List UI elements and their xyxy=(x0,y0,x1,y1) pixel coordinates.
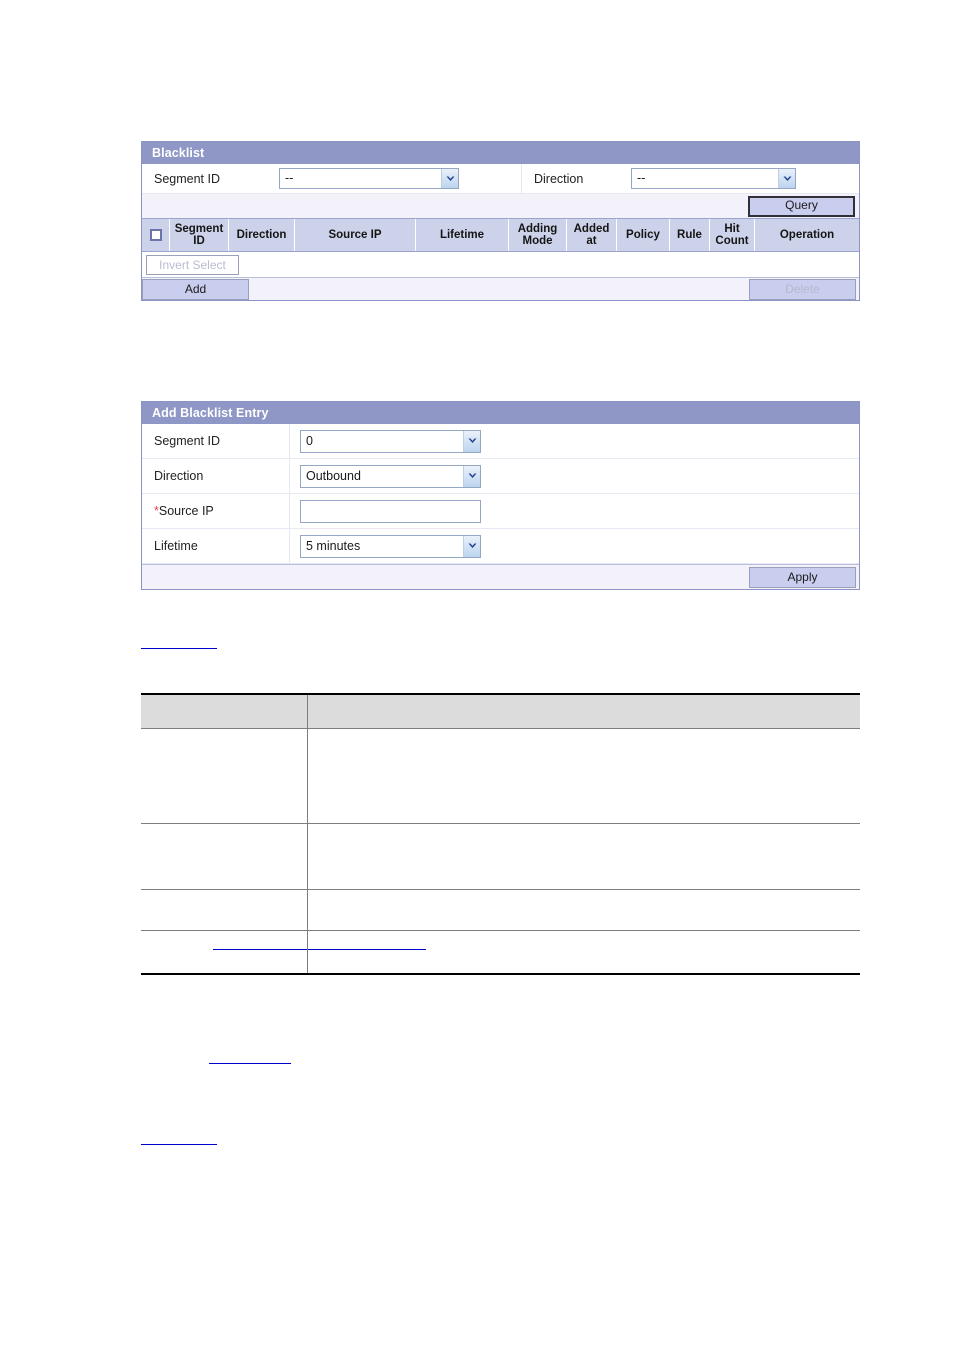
table-cell-description xyxy=(307,889,860,931)
table-cell-description xyxy=(307,823,860,890)
column-header-direction[interactable]: Direction xyxy=(229,219,295,251)
source-ip-input[interactable] xyxy=(300,499,481,523)
add-entry-direction-row: Direction Outbound xyxy=(142,459,859,494)
column-header-rule[interactable]: Rule xyxy=(670,219,710,251)
column-header-operation[interactable]: Operation xyxy=(755,219,859,251)
column-header-adding-mode[interactable]: Adding Mode xyxy=(509,219,567,251)
document-page: Blacklist Segment ID -- Direction -- Que… xyxy=(0,0,954,1350)
column-header-added-at[interactable]: Added at xyxy=(567,219,617,251)
query-button[interactable]: Query xyxy=(748,195,855,217)
select-all-header-cell xyxy=(142,219,170,251)
column-header-source-ip[interactable]: Source IP xyxy=(295,219,416,251)
add-entry-source-ip-field-cell xyxy=(289,494,859,528)
add-entry-footer-row: Apply xyxy=(142,564,859,589)
blacklist-footer-row: Add Delete xyxy=(142,277,859,300)
cross-reference-link-4[interactable] xyxy=(141,1144,217,1145)
table-cell-field xyxy=(141,823,308,890)
table-cell-description xyxy=(307,728,860,824)
add-entry-lifetime-value: 5 minutes xyxy=(306,538,361,553)
add-button[interactable]: Add xyxy=(142,278,249,300)
query-segment-id-label: Segment ID xyxy=(154,171,221,186)
add-entry-segment-id-value: 0 xyxy=(306,433,313,448)
table-cell-field xyxy=(141,889,308,931)
table-row xyxy=(141,823,860,890)
blacklist-toolbar-row: Invert Select xyxy=(142,252,859,277)
add-blacklist-entry-panel: Add Blacklist Entry Segment ID 0 Directi… xyxy=(141,401,860,590)
add-entry-direction-select[interactable]: Outbound xyxy=(300,464,481,488)
select-all-checkbox[interactable] xyxy=(149,229,162,241)
add-entry-lifetime-field-cell: 5 minutes xyxy=(289,529,859,563)
add-entry-panel-title: Add Blacklist Entry xyxy=(142,402,859,424)
column-header-policy[interactable]: Policy xyxy=(617,219,670,251)
add-entry-direction-field-cell: Outbound xyxy=(289,459,859,493)
table-cell-field xyxy=(141,728,308,824)
table-header-cell-field xyxy=(141,693,308,729)
add-entry-source-ip-label-text: Source IP xyxy=(158,504,214,518)
add-entry-segment-id-field-cell: 0 xyxy=(289,424,859,458)
table-row xyxy=(141,728,860,824)
invert-select-button[interactable]: Invert Select xyxy=(146,254,239,275)
column-header-segment-id[interactable]: Segment ID xyxy=(170,219,229,251)
delete-button[interactable]: Delete xyxy=(749,278,856,300)
query-direction-select[interactable]: -- xyxy=(631,168,796,189)
add-entry-source-ip-label: * Source IP xyxy=(142,494,289,528)
query-segment-id-field-cell: -- xyxy=(269,164,521,193)
add-entry-source-ip-row: * Source IP xyxy=(142,494,859,529)
table-cell-field xyxy=(141,930,308,975)
blacklist-grid-header: Segment ID Direction Source IP Lifetime … xyxy=(142,218,859,252)
add-entry-direction-value: Outbound xyxy=(306,468,361,483)
chevron-down-icon xyxy=(463,430,480,452)
query-segment-id-value: -- xyxy=(285,171,294,185)
description-table xyxy=(141,693,860,975)
add-entry-segment-id-label: Segment ID xyxy=(154,434,221,448)
query-direction-value: -- xyxy=(637,171,646,185)
table-header-cell-description xyxy=(307,693,860,729)
table-cell-description xyxy=(307,930,860,975)
chevron-down-icon xyxy=(441,169,458,188)
add-entry-direction-label: Direction xyxy=(154,469,204,483)
blacklist-panel: Blacklist Segment ID -- Direction -- Que… xyxy=(141,141,860,301)
query-segment-id-select[interactable]: -- xyxy=(279,168,459,189)
apply-button[interactable]: Apply xyxy=(749,566,856,588)
blacklist-query-row: Segment ID -- Direction -- xyxy=(142,164,859,194)
chevron-down-icon xyxy=(778,169,795,188)
column-header-lifetime[interactable]: Lifetime xyxy=(416,219,509,251)
blacklist-panel-title: Blacklist xyxy=(142,142,859,164)
table-row xyxy=(141,930,860,975)
add-entry-segment-id-row: Segment ID 0 xyxy=(142,424,859,459)
add-entry-lifetime-row: Lifetime 5 minutes xyxy=(142,529,859,564)
table-header-row xyxy=(141,693,860,729)
chevron-down-icon xyxy=(463,535,480,557)
cross-reference-link-1[interactable] xyxy=(141,648,217,649)
chevron-down-icon xyxy=(463,465,480,487)
add-entry-lifetime-select[interactable]: 5 minutes xyxy=(300,534,481,558)
column-header-hit-count[interactable]: Hit Count xyxy=(710,219,755,251)
cross-reference-link-3[interactable] xyxy=(209,1063,291,1064)
query-direction-label: Direction xyxy=(521,164,621,193)
blacklist-query-button-row: Query xyxy=(142,194,859,218)
add-entry-segment-id-select[interactable]: 0 xyxy=(300,429,481,453)
query-direction-field-cell: -- xyxy=(621,164,859,193)
add-entry-lifetime-label: Lifetime xyxy=(154,539,198,553)
table-row xyxy=(141,889,860,931)
